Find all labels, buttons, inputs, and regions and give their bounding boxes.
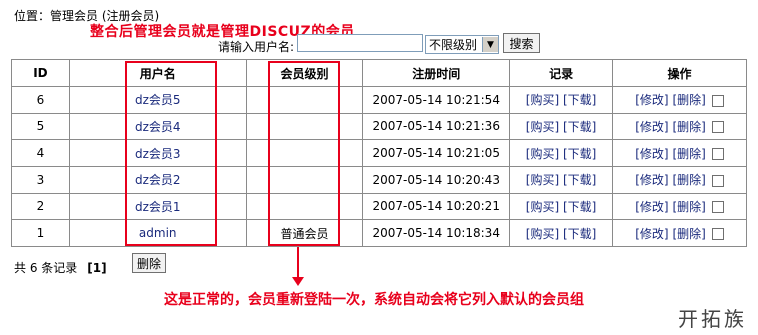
edit-link[interactable]: [修改] — [635, 173, 668, 187]
annotation-bottom: 这是正常的，会员重新登陆一次，系统自动会将它列入默认的会员组 — [164, 292, 584, 308]
header-actions: 操作 — [612, 59, 747, 87]
level-select[interactable]: 不限级别 ▼ — [425, 35, 499, 54]
download-link[interactable]: [下载] — [563, 147, 596, 161]
cell-id: 2 — [11, 192, 70, 221]
members-table: ID 用户名 会员级别 注册时间 记录 操作 6 dz会员5 2007-05-1… — [11, 59, 747, 247]
buy-link[interactable]: [购买] — [526, 120, 559, 134]
level-select-value: 不限级别 — [429, 38, 478, 52]
highlight-username-column — [125, 61, 217, 246]
cell-id: 3 — [11, 165, 70, 194]
table-row: 2 dz会员1 2007-05-14 10:20:21 [购买] [下载] [修… — [11, 192, 747, 221]
edit-link[interactable]: [修改] — [635, 227, 668, 241]
delete-button[interactable]: 删除 — [132, 253, 166, 273]
cell-time: 2007-05-14 10:21:54 — [362, 86, 511, 114]
table-row: 3 dz会员2 2007-05-14 10:20:43 [购买] [下载] [修… — [11, 165, 747, 194]
header-records: 记录 — [509, 59, 614, 87]
edit-link[interactable]: [修改] — [635, 147, 668, 161]
highlight-level-column — [268, 61, 340, 246]
header-id: ID — [11, 59, 70, 87]
row-checkbox[interactable] — [711, 94, 724, 107]
delete-link[interactable]: [删除] — [672, 227, 705, 241]
row-checkbox[interactable] — [711, 201, 724, 214]
cell-time: 2007-05-14 10:21:05 — [362, 139, 511, 167]
buy-link[interactable]: [购买] — [526, 227, 559, 241]
edit-link[interactable]: [修改] — [635, 200, 668, 214]
table-row: 5 dz会员4 2007-05-14 10:21:36 [购买] [下载] [修… — [11, 112, 747, 141]
buy-link[interactable]: [购买] — [526, 147, 559, 161]
annotation-arrow — [297, 247, 299, 279]
download-link[interactable]: [下载] — [563, 200, 596, 214]
row-checkbox[interactable] — [711, 121, 724, 134]
delete-link[interactable]: [删除] — [672, 200, 705, 214]
download-link[interactable]: [下载] — [563, 120, 596, 134]
table-row: 4 dz会员3 2007-05-14 10:21:05 [购买] [下载] [修… — [11, 139, 747, 167]
cell-time: 2007-05-14 10:20:21 — [362, 192, 511, 221]
row-checkbox[interactable] — [711, 174, 724, 187]
table-row: 6 dz会员5 2007-05-14 10:21:54 [购买] [下载] [修… — [11, 86, 747, 114]
record-count-text: 共 6 条记录 — [14, 261, 78, 275]
cell-id: 6 — [11, 86, 70, 114]
delete-link[interactable]: [删除] — [672, 120, 705, 134]
edit-link[interactable]: [修改] — [635, 93, 668, 107]
delete-link[interactable]: [删除] — [672, 93, 705, 107]
search-input[interactable] — [297, 34, 423, 52]
search-label: 请输入用户名: — [218, 40, 295, 54]
page-number[interactable]: [1] — [87, 261, 106, 275]
table-header-row: ID 用户名 会员级别 注册时间 记录 操作 — [11, 59, 747, 87]
buy-link[interactable]: [购买] — [526, 173, 559, 187]
delete-link[interactable]: [删除] — [672, 173, 705, 187]
row-checkbox[interactable] — [711, 148, 724, 161]
download-link[interactable]: [下载] — [563, 93, 596, 107]
buy-link[interactable]: [购买] — [526, 93, 559, 107]
edit-link[interactable]: [修改] — [635, 120, 668, 134]
cell-time: 2007-05-14 10:20:43 — [362, 165, 511, 194]
download-link[interactable]: [下载] — [563, 173, 596, 187]
buy-link[interactable]: [购买] — [526, 200, 559, 214]
chevron-down-icon[interactable]: ▼ — [482, 37, 498, 52]
cell-id: 5 — [11, 112, 70, 141]
table-row: 1 admin 普通会员 2007-05-14 10:18:34 [购买] [下… — [11, 219, 747, 247]
download-link[interactable]: [下载] — [563, 227, 596, 241]
cell-id: 1 — [11, 219, 70, 247]
arrow-down-icon — [292, 277, 304, 286]
cell-time: 2007-05-14 10:21:36 — [362, 112, 511, 141]
search-button[interactable]: 搜索 — [503, 33, 540, 53]
cell-time: 2007-05-14 10:18:34 — [362, 219, 511, 247]
header-time: 注册时间 — [362, 59, 511, 87]
cell-id: 4 — [11, 139, 70, 167]
record-count: 共 6 条记录 [1] — [14, 259, 107, 276]
delete-link[interactable]: [删除] — [672, 147, 705, 161]
row-checkbox[interactable] — [711, 228, 724, 241]
watermark: 开拓族 — [678, 307, 747, 331]
